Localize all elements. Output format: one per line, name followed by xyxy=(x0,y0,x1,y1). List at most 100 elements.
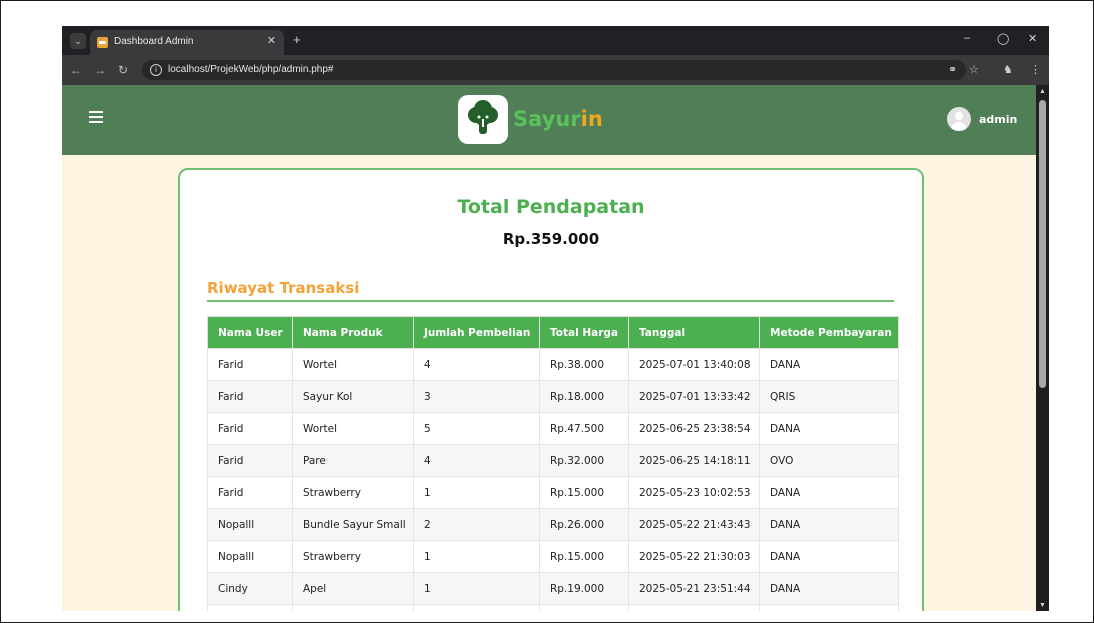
cell-user: Nopalll xyxy=(207,508,293,541)
table-row: Farid Pare 4 Rp.32.000 2025-06-25 14:18:… xyxy=(207,444,899,477)
minimize-icon[interactable]: – xyxy=(964,32,970,44)
user-name[interactable]: admin xyxy=(979,113,1017,126)
cell-user: Farid xyxy=(207,412,293,445)
password-key-icon[interactable]: ⚭ xyxy=(948,63,957,76)
url-text: localhost/ProjekWeb/php/admin.php# xyxy=(168,64,334,75)
transaction-table: Nama User Nama Produk Jumlah Pembelian T… xyxy=(207,316,899,611)
bookmark-star-icon[interactable]: ☆ xyxy=(969,63,979,76)
brand-name[interactable]: Sayurin xyxy=(513,107,603,131)
table-row: Cindy Apel 1 Rp.19.000 2025-05-21 23:51:… xyxy=(207,572,899,605)
favicon-icon xyxy=(97,37,108,48)
cell-total: Rp.32.000 xyxy=(539,444,629,477)
cell-date: 2025-06-25 23:38:54 xyxy=(628,412,760,445)
cell-quantity: 1 xyxy=(413,476,540,509)
scroll-down-icon[interactable]: ▼ xyxy=(1039,602,1046,609)
cell-user: Farid xyxy=(207,476,293,509)
cell-date: 2025-05-23 10:02:53 xyxy=(628,476,760,509)
cell-payment: QRIS xyxy=(759,380,899,413)
cell-payment: DANA xyxy=(759,508,899,541)
tab-search-icon[interactable]: ⌄ xyxy=(70,33,86,49)
screenshot-frame: ⌄ Dashboard Admin ✕ + – ◯ ✕ ← → ↻ i loca… xyxy=(0,0,1094,623)
column-header: Nama Produk xyxy=(292,316,414,349)
scroll-up-icon[interactable]: ▲ xyxy=(1039,88,1046,95)
column-header: Jumlah Pembelian xyxy=(413,316,540,349)
table-row: Nopalll Strawberry 1 Rp.15.000 2025-05-2… xyxy=(207,540,899,573)
cell-user: Farid xyxy=(207,380,293,413)
table-row: Farid Wortel 4 Rp.38.000 2025-07-01 13:4… xyxy=(207,348,899,381)
cell-quantity: 3 xyxy=(413,380,540,413)
site-header: Sayurin admin xyxy=(62,85,1036,155)
brand-part-sayur: Sayur xyxy=(513,107,581,131)
column-header: Metode Pembayaran xyxy=(759,316,899,349)
forward-icon[interactable]: → xyxy=(94,63,106,77)
cell-quantity xyxy=(413,604,540,611)
cell-quantity: 2 xyxy=(413,508,540,541)
cell-payment: DANA xyxy=(759,572,899,605)
cell-user: Nopalll xyxy=(207,540,293,573)
url-field[interactable]: i localhost/ProjekWeb/php/admin.php# xyxy=(142,60,966,80)
user-avatar-icon[interactable] xyxy=(947,107,971,131)
close-window-icon[interactable]: ✕ xyxy=(1028,32,1037,45)
site-info-icon[interactable]: i xyxy=(150,64,162,76)
new-tab-icon[interactable]: + xyxy=(293,32,301,47)
cell-product: Apel xyxy=(292,572,414,605)
table-row xyxy=(207,604,899,611)
cell-date: 2025-05-21 23:51:44 xyxy=(628,572,760,605)
cell-payment xyxy=(759,604,899,611)
restore-icon[interactable]: ◯ xyxy=(997,32,1009,45)
scrollbar-thumb[interactable] xyxy=(1039,100,1046,388)
brand-part-in: in xyxy=(580,107,603,131)
reload-icon[interactable]: ↻ xyxy=(118,63,128,77)
cell-date xyxy=(628,604,760,611)
revenue-card: Total Pendapatan Rp.359.000 Riwayat Tran… xyxy=(178,168,924,611)
table-row: Nopalll Bundle Sayur Small 2 Rp.26.000 2… xyxy=(207,508,899,541)
profile-icon[interactable]: ♞ xyxy=(1003,63,1013,76)
back-icon[interactable]: ← xyxy=(70,63,82,77)
cell-product: Bundle Sayur Small xyxy=(292,508,414,541)
cell-date: 2025-07-01 13:40:08 xyxy=(628,348,760,381)
cell-user xyxy=(207,604,293,611)
cell-user: Farid xyxy=(207,348,293,381)
close-tab-icon[interactable]: ✕ xyxy=(267,34,276,47)
cell-quantity: 5 xyxy=(413,412,540,445)
cell-quantity: 1 xyxy=(413,540,540,573)
cell-total: Rp.38.000 xyxy=(539,348,629,381)
table-row: Farid Wortel 5 Rp.47.500 2025-06-25 23:3… xyxy=(207,412,899,445)
cell-product: Wortel xyxy=(292,348,414,381)
cell-payment: DANA xyxy=(759,412,899,445)
cell-total: Rp.19.000 xyxy=(539,572,629,605)
cell-date: 2025-05-22 21:43:43 xyxy=(628,508,760,541)
total-revenue-title: Total Pendapatan xyxy=(457,196,645,218)
tab-title: Dashboard Admin xyxy=(114,36,194,47)
browser-menu-icon[interactable]: ⋮ xyxy=(1030,63,1041,76)
cell-total: Rp.18.000 xyxy=(539,380,629,413)
browser-window: ⌄ Dashboard Admin ✕ + – ◯ ✕ ← → ↻ i loca… xyxy=(62,26,1049,611)
cell-payment: DANA xyxy=(759,476,899,509)
cell-total: Rp.26.000 xyxy=(539,508,629,541)
cell-product: Strawberry xyxy=(292,476,414,509)
cell-date: 2025-07-01 13:33:42 xyxy=(628,380,760,413)
cell-date: 2025-06-25 14:18:11 xyxy=(628,444,760,477)
cell-total xyxy=(539,604,629,611)
broccoli-logo-icon xyxy=(458,95,508,144)
browser-tab[interactable]: Dashboard Admin ✕ xyxy=(90,30,284,55)
hamburger-menu-icon[interactable] xyxy=(89,111,103,123)
cell-user: Cindy xyxy=(207,572,293,605)
cell-quantity: 1 xyxy=(413,572,540,605)
cell-quantity: 4 xyxy=(413,348,540,381)
cell-product: Sayur Kol xyxy=(292,380,414,413)
cell-product: Pare xyxy=(292,444,414,477)
section-divider xyxy=(207,300,894,302)
table-row: Farid Sayur Kol 3 Rp.18.000 2025-07-01 1… xyxy=(207,380,899,413)
column-header: Tanggal xyxy=(628,316,760,349)
table-header-row: Nama User Nama Produk Jumlah Pembelian T… xyxy=(207,316,899,349)
table-row: Farid Strawberry 1 Rp.15.000 2025-05-23 … xyxy=(207,476,899,509)
cell-date: 2025-05-22 21:30:03 xyxy=(628,540,760,573)
cell-payment: OVO xyxy=(759,444,899,477)
cell-user: Farid xyxy=(207,444,293,477)
cell-payment: DANA xyxy=(759,348,899,381)
cell-product: Strawberry xyxy=(292,540,414,573)
total-revenue-value: Rp.359.000 xyxy=(502,230,600,248)
page-scrollbar[interactable]: ▲ ▼ xyxy=(1036,85,1049,611)
cell-quantity: 4 xyxy=(413,444,540,477)
